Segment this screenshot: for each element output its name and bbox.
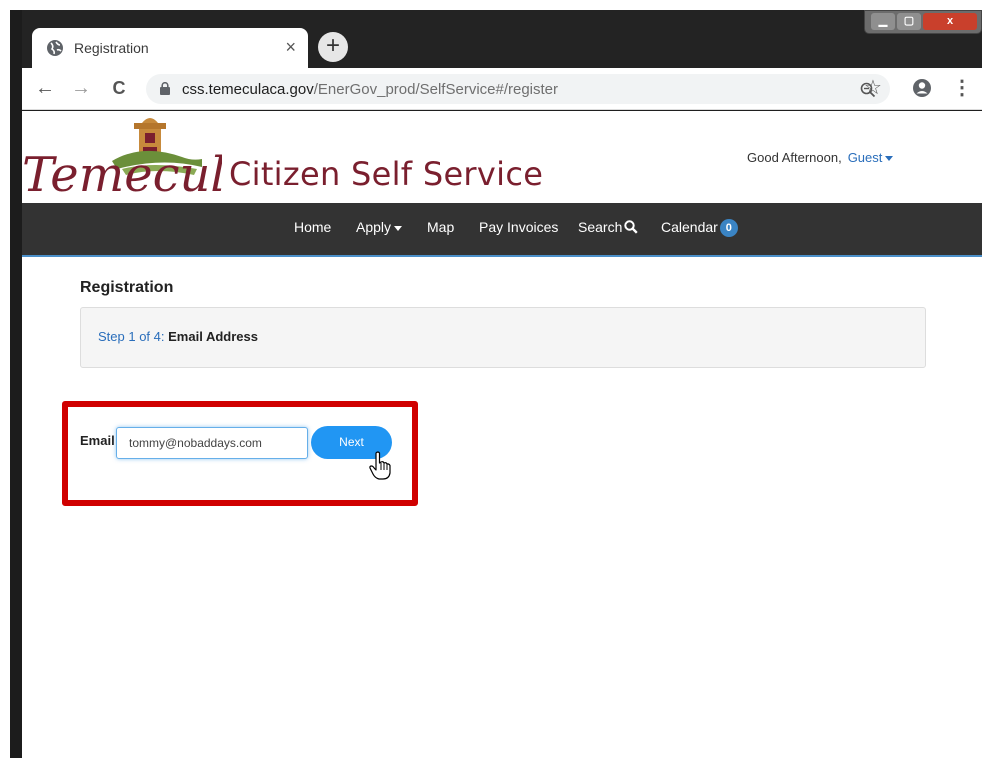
nav-pay-invoices[interactable]: Pay Invoices <box>479 219 558 235</box>
greeting: Good Afternoon, Guest <box>747 150 894 165</box>
calendar-count-badge: 0 <box>719 219 738 237</box>
registration-content: Registration Step 1 of 4: Email Address <box>80 279 926 368</box>
maximize-button[interactable]: ▢ <box>897 13 921 30</box>
site-header: Temecula Citizen Self Service Good After… <box>22 111 982 203</box>
nav-search[interactable]: Search <box>578 219 639 235</box>
reload-button[interactable]: C <box>106 76 132 100</box>
new-tab-button[interactable]: + <box>318 32 348 62</box>
globe-icon <box>47 40 63 56</box>
nav-calendar[interactable]: Calendar 0 <box>661 219 738 237</box>
guest-menu[interactable]: Guest <box>848 150 894 165</box>
back-button[interactable]: ← <box>32 76 58 100</box>
step-indicator: Step 1 of 4: Email Address <box>98 329 258 344</box>
tab-registration[interactable]: Registration × <box>32 28 308 68</box>
browser-toolbar: ← → C css.temeculaca.gov/EnerGov_prod/Se… <box>22 68 982 110</box>
step-number: Step 1 of 4: <box>98 329 165 344</box>
browser-menu-icon[interactable]: ⋮ <box>952 76 972 100</box>
nav-search-label: Search <box>578 219 623 235</box>
nav-calendar-label: Calendar <box>661 219 718 235</box>
address-bar[interactable]: css.temeculaca.gov/EnerGov_prod/SelfServ… <box>146 74 890 104</box>
bookmark-star-icon[interactable]: ☆ <box>864 76 882 100</box>
url-host: css.temeculaca.gov <box>182 81 314 98</box>
step-label: Email Address <box>168 329 258 344</box>
lock-icon <box>160 82 170 95</box>
url-path: /EnerGov_prod/SelfService#/register <box>313 81 559 98</box>
registration-title: Registration <box>80 279 174 296</box>
forward-button[interactable]: → <box>68 76 94 100</box>
nav-apply-label: Apply <box>356 219 392 235</box>
tab-close-button[interactable]: × <box>285 37 296 57</box>
guest-label: Guest <box>847 150 883 165</box>
search-icon <box>624 220 639 234</box>
url-text: css.temeculaca.gov/EnerGov_prod/SelfServ… <box>182 81 558 98</box>
page: Temecula Citizen Self Service Good After… <box>22 111 982 758</box>
greeting-text: Good Afternoon, <box>747 150 842 165</box>
hand-cursor-icon <box>369 451 391 480</box>
tab-title: Registration <box>74 40 149 56</box>
nav-map[interactable]: Map <box>427 219 454 235</box>
step-panel: Step 1 of 4: Email Address <box>80 307 926 368</box>
window-controls: ▁ ▢ x <box>864 10 982 34</box>
site-title: Citizen Self Service <box>229 155 544 193</box>
close-window-button[interactable]: x <box>923 13 977 30</box>
email-field[interactable] <box>116 427 308 459</box>
window-left-edge <box>10 10 22 758</box>
temecula-logo[interactable]: Temecula <box>22 113 222 201</box>
caret-down-icon <box>885 156 894 162</box>
main-navbar: Home Apply Map Pay Invoices Search Calen… <box>22 203 982 257</box>
email-label: Email <box>80 433 115 448</box>
caret-down-icon <box>394 225 403 231</box>
nav-home[interactable]: Home <box>294 219 331 235</box>
nav-apply[interactable]: Apply <box>356 219 403 235</box>
minimize-button[interactable]: ▁ <box>871 13 895 30</box>
profile-icon[interactable] <box>912 78 932 98</box>
logo-text: Temecula <box>22 147 222 201</box>
